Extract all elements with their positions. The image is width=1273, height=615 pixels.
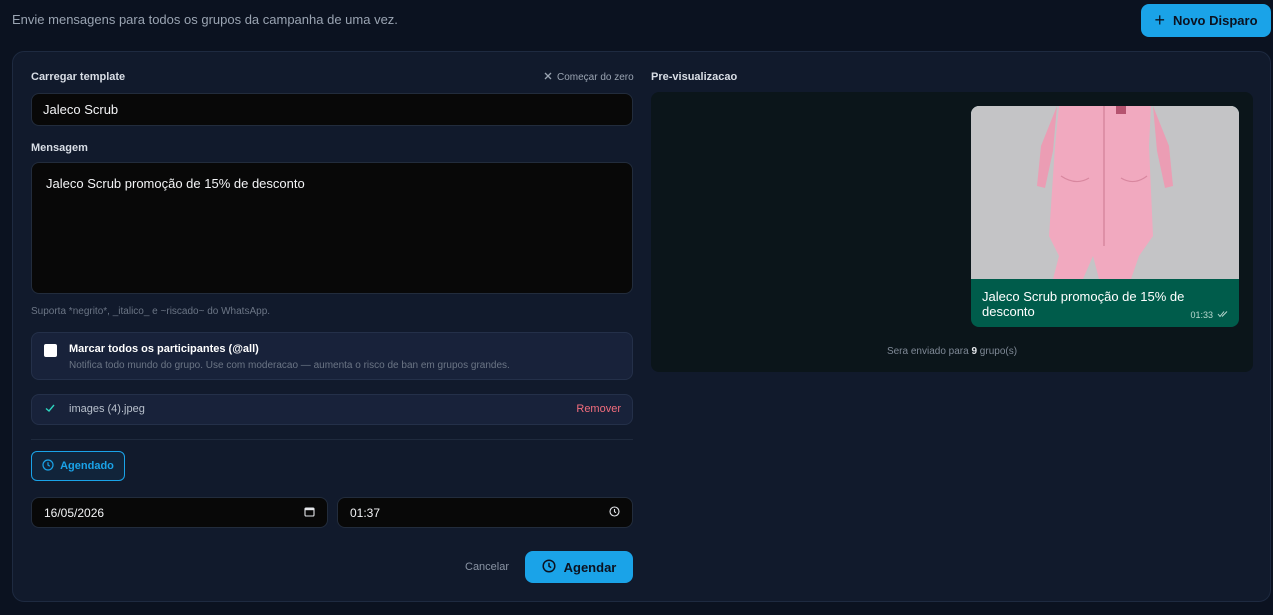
- message-preview: Jaleco Scrub promoção de 15% de desconto…: [651, 92, 1253, 372]
- preview-bubble: Jaleco Scrub promoção de 15% de desconto…: [971, 106, 1239, 327]
- message-label: Mensagem: [31, 142, 88, 154]
- new-dispatch-label: Novo Disparo: [1173, 13, 1258, 28]
- preview-recipient-note: Sera enviado para 9 grupo(s): [651, 346, 1253, 357]
- clock-icon: [542, 558, 556, 576]
- scheduled-toggle[interactable]: Agendado: [31, 451, 125, 481]
- reset-label: Começar do zero: [557, 72, 634, 83]
- note-suffix: grupo(s): [977, 346, 1018, 357]
- attached-image: [971, 106, 1239, 279]
- clock-icon[interactable]: [609, 505, 620, 520]
- date-value: 16/05/2026: [44, 505, 105, 520]
- new-dispatch-button[interactable]: + Novo Disparo: [1141, 4, 1271, 37]
- close-icon: [544, 72, 552, 83]
- message-textarea[interactable]: Jaleco Scrub promoção de 15% de desconto: [31, 162, 633, 294]
- mention-all-subtitle: Notifica todo mundo do grupo. Use com mo…: [69, 360, 510, 371]
- schedule-submit-button[interactable]: Agendar: [525, 551, 633, 583]
- section-divider: [31, 439, 633, 440]
- cancel-button[interactable]: Cancelar: [465, 561, 509, 573]
- schedule-submit-label: Agendar: [563, 559, 617, 575]
- template-select[interactable]: Jaleco Scrub: [31, 93, 633, 126]
- preview-label: Pre-visualizacao: [651, 71, 738, 83]
- remove-attachment-button[interactable]: Remover: [576, 403, 621, 415]
- preview-timestamp: 01:33: [1190, 310, 1213, 320]
- reset-link[interactable]: Começar do zero: [544, 72, 634, 83]
- template-value: Jaleco Scrub: [43, 102, 119, 117]
- mention-all-option: Marcar todos os participantes (@all) Not…: [31, 332, 633, 380]
- attachment-name: images (4).jpeg: [69, 403, 145, 415]
- double-check-icon: [1217, 310, 1229, 320]
- attachment-row: images (4).jpeg Remover: [31, 394, 633, 425]
- template-label: Carregar template: [31, 71, 126, 83]
- check-icon: [44, 401, 56, 419]
- time-input[interactable]: 01:37: [337, 497, 633, 528]
- format-hint: Suporta *negrito*, _italico_ e ~riscado~…: [31, 306, 271, 317]
- note-prefix: Sera enviado para: [886, 346, 972, 357]
- preview-time: 01:33: [1190, 310, 1229, 320]
- mention-all-title: Marcar todos os participantes (@all): [69, 343, 259, 355]
- clock-icon: [42, 458, 54, 474]
- scheduled-label: Agendado: [60, 460, 114, 472]
- date-input[interactable]: 16/05/2026: [31, 497, 328, 528]
- mention-all-checkbox[interactable]: [44, 344, 57, 357]
- page-description: Envie mensagens para todos os grupos da …: [12, 12, 398, 27]
- time-value: 01:37: [350, 505, 381, 520]
- message-value: Jaleco Scrub promoção de 15% de desconto: [46, 176, 305, 191]
- plus-icon: +: [1154, 9, 1165, 30]
- calendar-icon[interactable]: [304, 506, 315, 520]
